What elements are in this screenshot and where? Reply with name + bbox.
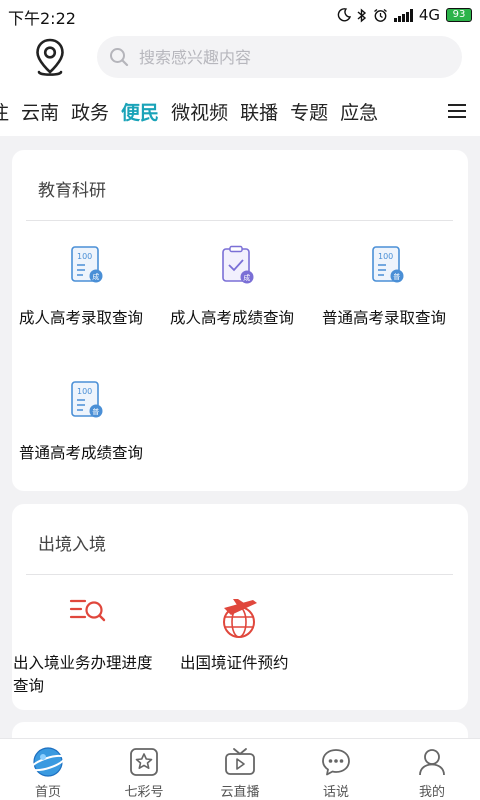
tab-yunnan[interactable]: 云南	[21, 98, 59, 125]
svg-text:100: 100	[77, 387, 92, 396]
service-item[interactable]: 100 普 普通高考成绩查询	[12, 380, 164, 470]
nav-label: 首页	[34, 785, 61, 800]
battery-icon: 93	[446, 8, 472, 22]
section-title: 出境入境	[38, 535, 106, 555]
search-input[interactable]	[139, 47, 439, 67]
service-item[interactable]: 出国境证件预约	[164, 596, 316, 696]
status-icons: 4G 93	[337, 6, 472, 24]
exam-score-icon: 100 成	[71, 246, 103, 283]
search-bar[interactable]	[97, 36, 462, 78]
svg-text:100: 100	[378, 252, 393, 261]
plane-globe-icon	[223, 599, 257, 638]
service-label: 出入境业务办理进度查询	[13, 654, 153, 695]
nav-label: 话说	[322, 785, 349, 800]
service-item[interactable]: 100 成 成人高考录取查询	[12, 245, 164, 335]
tab-broadcast[interactable]: 联播	[240, 98, 278, 125]
divider	[26, 220, 453, 221]
tab-government[interactable]: 政务	[71, 98, 109, 125]
section-card-education: 教育科研 100 成 成人高考录取查询 成 成人高考成绩查询 100 普 普通高…	[12, 150, 468, 491]
svg-text:普: 普	[393, 272, 400, 281]
chat-bubble-icon	[322, 749, 350, 776]
tv-play-icon	[225, 748, 255, 775]
service-item[interactable]: 出入境业务办理进度查询	[12, 592, 164, 702]
list-search-icon	[69, 599, 106, 622]
tab-special[interactable]: 专题	[290, 98, 328, 125]
svg-text:普: 普	[92, 407, 99, 416]
tab-partial[interactable]: 注	[0, 98, 9, 125]
exam-score-icon: 100 普	[71, 381, 103, 418]
nav-label: 云直播	[220, 785, 260, 800]
nav-live[interactable]: 云直播	[192, 739, 288, 800]
moon-icon	[337, 8, 351, 22]
user-icon	[419, 749, 445, 776]
svg-text:成: 成	[92, 272, 99, 281]
service-label: 成人高考录取查询	[19, 309, 144, 327]
exam-score-icon: 100 普	[372, 246, 404, 283]
svg-text:成: 成	[243, 273, 250, 282]
svg-text:100: 100	[77, 252, 92, 261]
service-label: 普通高考录取查询	[322, 309, 447, 327]
section-title: 教育科研	[38, 181, 106, 201]
channel-menu-button[interactable]	[434, 86, 480, 136]
tab-emergency[interactable]: 应急	[340, 98, 378, 125]
clipboard-check-icon: 成	[222, 245, 254, 284]
section-card-exit-entry: 出境入境 出入境业务办理进度查询 出国境证件预约	[12, 504, 468, 710]
status-time: 下午2:22	[8, 9, 76, 28]
nav-home[interactable]: 首页	[0, 739, 96, 800]
nav-mine[interactable]: 我的	[384, 739, 480, 800]
bottom-nav: 首页 七彩号 云直播 话说 我的	[0, 738, 480, 800]
network-type: 4G	[418, 6, 440, 24]
nav-label: 我的	[418, 785, 445, 800]
location-pin-icon	[36, 38, 64, 76]
service-label: 普通高考成绩查询	[19, 444, 144, 462]
channel-tabs: 注 云南 政务 便民 微视频 联播 专题 应急	[0, 86, 480, 136]
nav-qicaihao[interactable]: 七彩号	[96, 739, 192, 800]
alarm-icon	[373, 8, 387, 22]
service-item[interactable]: 100 普 普通高考录取查询	[316, 245, 468, 335]
service-label: 成人高考成绩查询	[170, 309, 295, 327]
service-label: 出国境证件预约	[180, 654, 289, 672]
divider	[26, 574, 453, 575]
tab-micro-video[interactable]: 微视频	[171, 98, 228, 125]
nav-label: 七彩号	[124, 785, 164, 800]
nav-talk[interactable]: 话说	[288, 739, 384, 800]
hamburger-menu-icon	[448, 110, 466, 112]
search-icon	[110, 48, 129, 67]
location-button[interactable]	[30, 36, 70, 80]
home-planet-icon	[32, 747, 64, 777]
signal-icon	[393, 8, 413, 22]
header	[0, 30, 480, 86]
service-item[interactable]: 成 成人高考成绩查询	[164, 245, 316, 335]
star-badge-icon	[130, 748, 158, 776]
tab-convenience[interactable]: 便民	[121, 98, 159, 125]
bluetooth-icon	[357, 7, 366, 23]
status-bar: 下午2:22 4G 93	[0, 0, 480, 30]
